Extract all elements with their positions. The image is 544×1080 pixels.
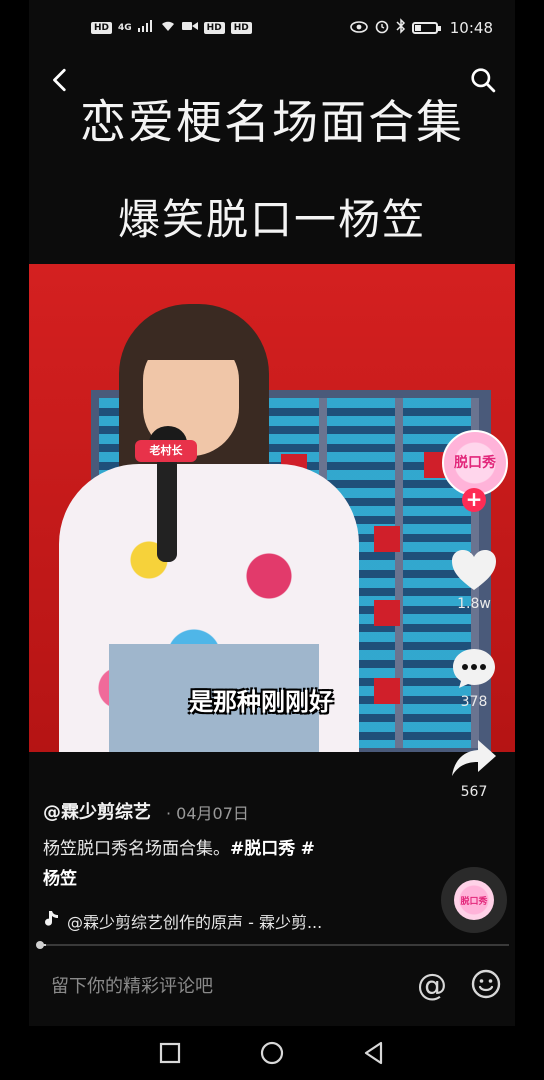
status-left: HD 4G HD HD [91, 20, 252, 35]
comment-icon [440, 646, 508, 690]
post-date: · 04月07日 [166, 804, 249, 823]
stage-light [374, 600, 400, 626]
music-note-icon [43, 910, 59, 932]
comment-button[interactable]: 378 [440, 646, 508, 710]
emoji-button[interactable] [471, 969, 501, 999]
comment-count: 378 [460, 694, 488, 710]
video-title-line2: 爆笑脱口一杨笠 [117, 195, 426, 244]
mic-flag: 老村长 [135, 440, 197, 462]
hashtag-link[interactable]: #脱口秀 [230, 839, 295, 859]
circle-icon [260, 1041, 284, 1065]
mention-button[interactable]: @ [417, 968, 447, 1003]
triangle-back-icon [364, 1041, 383, 1065]
like-count: 1.8w [457, 596, 491, 612]
video-call-icon [181, 20, 198, 35]
left-letterbox [0, 0, 29, 1080]
follow-button[interactable]: + [462, 488, 486, 512]
comment-bar: 留下你的精彩评论吧 @ [29, 956, 515, 1016]
signal-icon [137, 20, 154, 35]
status-time: 10:48 [449, 19, 493, 37]
hashtag-link[interactable]: 杨笠 [43, 869, 77, 889]
comment-input[interactable]: 留下你的精彩评论吧 [51, 972, 213, 998]
music-disc-cover: 脱口秀 [454, 880, 494, 920]
alarm-icon [374, 18, 390, 38]
status-right: 10:48 [349, 18, 493, 38]
hd-badge: HD [91, 21, 113, 34]
share-button[interactable]: 567 [440, 738, 508, 800]
bluetooth-icon [396, 18, 406, 38]
like-button[interactable]: 1.8w [440, 548, 508, 612]
post-description: 杨笠脱口秀名场面合集。#脱口秀 # 杨笠 [43, 834, 383, 894]
network-type: 4G [118, 22, 132, 33]
music-title: @霖少剪综艺创作的原声 - 霖少剪... [67, 913, 323, 932]
creator-avatar-text: 脱口秀 [454, 455, 496, 471]
battery-icon [411, 22, 441, 34]
status-bar: HD 4G HD HD 10:48 [29, 0, 515, 58]
author-name[interactable]: @霖少剪综艺 [43, 798, 151, 824]
square-icon [159, 1042, 181, 1064]
system-back-button[interactable] [361, 1040, 387, 1066]
share-count: 567 [460, 784, 488, 800]
video-title-line1: 恋爱梗名场面合集 [80, 95, 464, 149]
hashtag-link[interactable]: # [301, 839, 315, 859]
video-progress-bar[interactable] [37, 944, 509, 946]
right-letterbox [515, 0, 544, 1080]
video-subtitle: 是那种刚刚好 [189, 688, 333, 716]
description-text: 杨笠脱口秀名场面合集。 [43, 839, 230, 859]
hd-badge-3: HD [230, 21, 252, 34]
stage-light [374, 526, 400, 552]
music-disc[interactable]: 脱口秀 [441, 867, 507, 933]
recent-apps-button[interactable] [157, 1040, 183, 1066]
home-button[interactable] [259, 1040, 285, 1066]
wifi-icon [160, 20, 176, 35]
heart-icon [440, 548, 508, 592]
hd-badge-2: HD [203, 21, 225, 34]
video-progress-handle[interactable] [36, 941, 44, 949]
performer-bangs [137, 320, 247, 360]
stage-light [374, 678, 400, 704]
music-row[interactable]: @霖少剪综艺创作的原声 - 霖少剪... [43, 909, 322, 933]
system-navigation-bar [29, 1026, 515, 1080]
emoji-icon [471, 969, 501, 999]
eye-icon [349, 19, 368, 37]
share-icon [440, 738, 508, 780]
